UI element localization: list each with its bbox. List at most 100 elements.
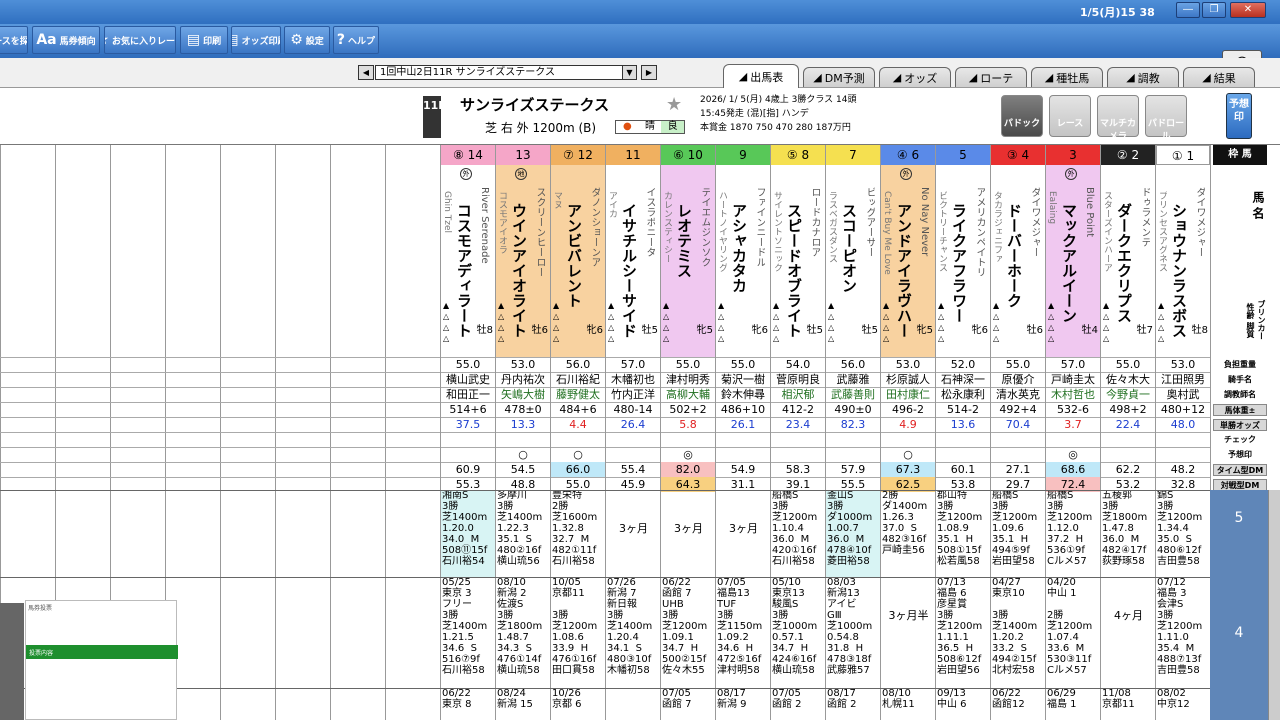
print-button[interactable]: ▤ 印刷: [180, 26, 228, 54]
yosou-mark[interactable]: [771, 447, 825, 462]
check-cell[interactable]: [551, 432, 605, 447]
check-cell[interactable]: [661, 432, 715, 447]
horse-name[interactable]: ドーバーホーク: [1003, 203, 1025, 343]
yosou-mark[interactable]: [441, 447, 495, 462]
horse-name-cell[interactable]: スピードオブライト ロードカナロア サイレントソニック ▲ △ △ △ 牡5: [771, 165, 825, 357]
tab-shutsuba[interactable]: ◢ 出馬表: [723, 64, 799, 88]
horse-name[interactable]: アシャカタカ: [728, 203, 750, 343]
yosou-mark[interactable]: [936, 447, 990, 462]
horse-name-cell[interactable]: イサチルシーサイド イスラボニータ アイカ ▲ △ △ △ 牡5: [606, 165, 660, 357]
horse-name[interactable]: アンビバレント: [563, 203, 585, 343]
yosou-mark[interactable]: ○: [881, 447, 935, 462]
past-race[interactable]: 07/05 函館 2: [771, 688, 825, 720]
past-race[interactable]: 08/03 新潟13 アイビ GⅢ 芝1000m 0.54.8 31.8 H 4…: [826, 577, 880, 688]
check-cell[interactable]: [716, 432, 770, 447]
odds-print-button[interactable]: ▤オッズ印刷: [231, 26, 281, 54]
past-race[interactable]: 07/05 福島13 TUF 3勝 芝1150m 1.09.2 34.6 H 4…: [716, 577, 770, 688]
search-race-button[interactable]: レースを探す: [0, 26, 28, 54]
past-race[interactable]: 06/29 福島 1: [1046, 688, 1100, 720]
past-race[interactable]: 07/26 新潟 7 新日報 3勝 芝1400m 1.20.4 34.1 S 4…: [606, 577, 660, 688]
horse-name-cell[interactable]: 外マックアルイーン Blue Point Ealaing ▲ △ △ △ 牡4: [1046, 165, 1100, 357]
paddock-button[interactable]: パドック: [1001, 95, 1043, 137]
horse-name-cell[interactable]: スコーピオン ビッグアーサー ラスベガスダンス ▲ △ △ △ 牡5: [826, 165, 880, 357]
check-cell[interactable]: [1101, 432, 1155, 447]
horse-name[interactable]: ショウナンラスボス: [1168, 203, 1190, 343]
past-race[interactable]: 船橋S 3勝 芝1200m 1.10.4 36.0 M 420①16f 石川裕5…: [771, 490, 825, 577]
horse-name[interactable]: スコーピオン: [838, 203, 860, 343]
past-race[interactable]: 06/22 東京 8: [441, 688, 495, 720]
past-race[interactable]: 3ヶ月: [661, 490, 715, 577]
check-cell[interactable]: [1156, 432, 1210, 447]
horse-name[interactable]: レオテミス: [673, 203, 695, 343]
race-select[interactable]: 1回中山2日11R サンライズステークス ▼: [375, 65, 637, 80]
yosou-mark[interactable]: ○: [496, 447, 550, 462]
horse-column[interactable]: 9 アシャカタカ ファインニードル ハートノイヤリング ▲ △ △ △ 牝6 55.0 菊沢一樹 鈴木…: [715, 145, 770, 720]
past-race[interactable]: 08/10 札幌11: [881, 688, 935, 720]
yosou-mark[interactable]: ○: [551, 447, 605, 462]
past-race[interactable]: 08/10 新潟 2 佐渡S 3勝 芝1800m 1.48.7 34.3 S 4…: [496, 577, 550, 688]
help-button[interactable]: ? ヘルプ: [333, 26, 379, 54]
horse-name[interactable]: マックアルイーン: [1058, 203, 1080, 343]
tab-result[interactable]: ◢ 結果: [1183, 67, 1255, 87]
past-race[interactable]: 08/17 函館 2: [826, 688, 880, 720]
horse-name[interactable]: イサチルシーサイド: [618, 203, 640, 343]
horse-name-cell[interactable]: アシャカタカ ファインニードル ハートノイヤリング ▲ △ △ △ 牝6: [716, 165, 770, 357]
past-race[interactable]: [606, 688, 660, 720]
yosou-button[interactable]: 予想印: [1226, 93, 1252, 139]
horse-name[interactable]: ダークエクリプス: [1113, 203, 1135, 343]
past-race[interactable]: 08/02 中京12: [1156, 688, 1210, 720]
past-race[interactable]: 錦S 3勝 芝1200m 1.34.4 35.0 S 480⑥12f 吉田豊58: [1156, 490, 1210, 577]
minimize-button[interactable]: ―: [1176, 2, 1200, 18]
restore-button[interactable]: ❐: [1202, 2, 1226, 18]
horse-name-cell[interactable]: アンビバレント ダノンショーンア マヌ ▲ △ △ △ 牝6: [551, 165, 605, 357]
past-race[interactable]: 船橋S 3勝 芝1200m 1.09.6 35.1 H 494⑤9f 岩田望58: [991, 490, 1045, 577]
past-race[interactable]: 05/25 東京 3 フリー 3勝 芝1400m 1.21.5 34.6 S 5…: [441, 577, 495, 688]
past-race[interactable]: 多摩川 3勝 芝1400m 1.22.3 35.1 S 480②16f 横山琉5…: [496, 490, 550, 577]
check-cell[interactable]: [881, 432, 935, 447]
past-race[interactable]: 郡山特 3勝 芝1200m 1.08.9 35.1 H 508①15f 松若風5…: [936, 490, 990, 577]
tab-dm[interactable]: ◢ DM予測: [803, 67, 875, 87]
scrollbar[interactable]: [1268, 490, 1280, 720]
tab-odds[interactable]: ◢ オッズ: [879, 67, 951, 87]
past-race[interactable]: 11/08 京都11: [1101, 688, 1155, 720]
past-race[interactable]: 豊栄特 2勝 芝1600m 1.32.8 32.7 M 482①11f 石川裕5…: [551, 490, 605, 577]
horse-column[interactable]: 5 ライクアフラワー アメリカンペイトリ ビクトリーチャンス ▲ △ △ △ 牝6 52.0 石神深…: [935, 145, 990, 720]
past-race[interactable]: 船橋S 3勝 芝1200m 1.12.0 37.2 H 536①9f Cルメ57: [1046, 490, 1100, 577]
horse-column[interactable]: ③ 4 ドーバーホーク ダイワメジャー タカラジェニファ ▲ △ △ △ 牡6 55.0 原優介 清水…: [990, 145, 1045, 720]
past-race[interactable]: 04/20 中山 1 2勝 芝1200m 1.07.4 33.6 M 530③1…: [1046, 577, 1100, 688]
past-race[interactable]: 09/13 中山 6: [936, 688, 990, 720]
favorite-race-button[interactable]: ★お気に入りレース: [104, 26, 176, 54]
yosou-mark[interactable]: [1156, 447, 1210, 462]
horse-name[interactable]: コスモアディラート: [453, 203, 475, 343]
horse-name-cell[interactable]: ダークエクリプス ドゥラメンテ スターズインハーア ▲ △ △ △ 牡7: [1101, 165, 1155, 357]
yosou-mark[interactable]: ◎: [661, 447, 715, 462]
betting-popup[interactable]: 馬券投票 投票内容: [25, 600, 178, 720]
close-button[interactable]: ✕: [1230, 2, 1266, 18]
prev-race-button[interactable]: ◀: [358, 65, 374, 80]
horse-column[interactable]: ① 1 ショウナンラスボス ダイワメジャー プリンセスアグネス ▲ △ △ △ 牡8 53.0 江田…: [1155, 145, 1210, 720]
horse-column[interactable]: ⑦ 12 アンビバレント ダノンショーンア マヌ ▲ △ △ △ 牝6 56.0 石川裕紀 藤野健太 4…: [550, 145, 605, 720]
past-race[interactable]: 釜山S 3勝 ダ1000m 1.00.7 36.0 M 478④10f 菱田裕5…: [826, 490, 880, 577]
horse-column[interactable]: ⑧ 14 外コスモアディラート River Serenade Ghin Tzel ▲ △ △…: [440, 145, 495, 720]
horse-name[interactable]: ウインアイオライト: [508, 203, 530, 343]
check-cell[interactable]: [606, 432, 660, 447]
multi-camera-button[interactable]: マルチカメラ: [1097, 95, 1139, 142]
yosou-mark[interactable]: [1101, 447, 1155, 462]
past-race[interactable]: 4ヶ月: [1101, 577, 1155, 688]
check-cell[interactable]: [991, 432, 1045, 447]
next-race-button[interactable]: ▶: [641, 65, 657, 80]
horse-name-cell[interactable]: ライクアフラワー アメリカンペイトリ ビクトリーチャンス ▲ △ △ △ 牝6: [936, 165, 990, 357]
horse-column[interactable]: ⑥ 10 レオテミス テイエムジンソク カレンスティシー ▲ △ △ △ 牝5 55.0 津村明秀高…: [660, 145, 715, 720]
tab-sire[interactable]: ◢ 種牡馬: [1031, 67, 1103, 87]
past-race[interactable]: 五稜郭 3勝 芝1800m 1.47.8 36.0 M 482④17f 荻野琢5…: [1101, 490, 1155, 577]
horse-name-cell[interactable]: 地ウインアイオライト スクリーンヒーロー コスモアイオラ ▲ △ △ △ 牡6: [496, 165, 550, 357]
past-race[interactable]: 08/17 新潟 9: [716, 688, 770, 720]
horse-name[interactable]: アンドアイラヴハー: [893, 203, 915, 343]
past-race[interactable]: 3ヶ月: [716, 490, 770, 577]
horse-column[interactable]: 7 スコーピオン ビッグアーサー ラスベガスダンス ▲ △ △ △ 牡5 56.0 武藤雅 武藤善則 4…: [825, 145, 880, 720]
horse-name[interactable]: スピードオブライト: [783, 203, 805, 343]
past-race[interactable]: 3ヶ月半: [881, 577, 935, 688]
past-race[interactable]: 05/10 東京13 駿風S 3勝 芝1000m 0.57.1 34.7 H 4…: [771, 577, 825, 688]
past-race[interactable]: 3ヶ月: [606, 490, 660, 577]
horse-name[interactable]: ライクアフラワー: [948, 203, 970, 343]
